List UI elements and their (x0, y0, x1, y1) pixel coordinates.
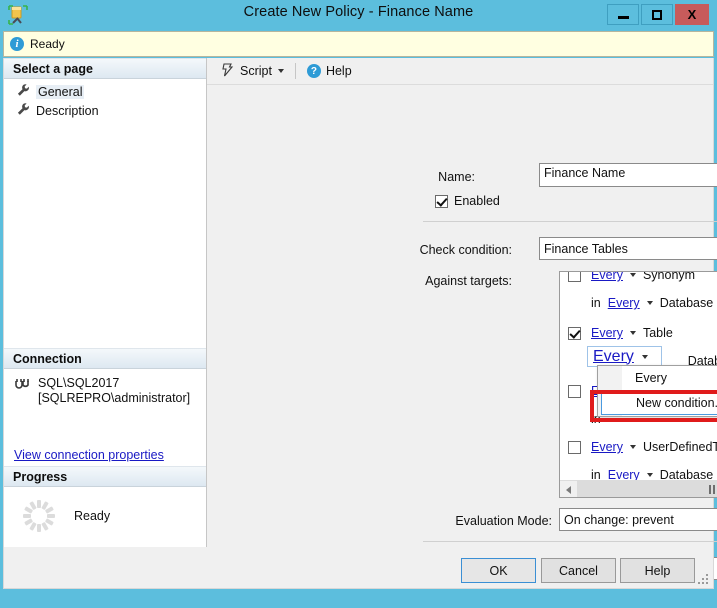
help-dialog-button[interactable]: Help (620, 558, 695, 583)
check-condition-value: Finance Tables (544, 241, 628, 256)
scope-condition-combobox[interactable]: Every (587, 346, 662, 367)
select-page-header: Select a page (4, 58, 206, 79)
view-connection-properties-link[interactable]: View connection properties (14, 448, 164, 462)
chevron-down-icon[interactable] (646, 301, 653, 305)
divider-2 (423, 541, 717, 542)
status-infobar: i Ready (3, 31, 714, 57)
grip-icon (708, 485, 717, 494)
script-icon (220, 62, 234, 80)
sidebar-item-general[interactable]: General (4, 82, 206, 101)
close-button[interactable]: X (675, 4, 709, 25)
enabled-checkbox[interactable]: Enabled (435, 194, 500, 208)
against-targets-label: Against targets: (425, 274, 512, 288)
evaluation-mode-dropdown[interactable]: On change: prevent (559, 508, 717, 531)
connection-user: [SQLREPRO\administrator] (38, 391, 191, 405)
name-input[interactable]: Finance Name (539, 163, 717, 187)
scope-link[interactable]: Every (608, 296, 640, 310)
chevron-down-icon[interactable] (629, 331, 636, 335)
progress-status-label: Ready (74, 509, 111, 523)
help-label: Help (325, 64, 352, 78)
connection-icon (14, 378, 30, 406)
scope-object: Database (659, 296, 714, 310)
resize-grip[interactable] (698, 574, 710, 586)
check-condition-label: Check condition: (419, 243, 512, 257)
ok-button[interactable]: OK (461, 558, 536, 583)
checkbox-icon[interactable] (568, 326, 581, 340)
dialog-button-bar: OK Cancel Help (3, 547, 714, 589)
checkbox-icon[interactable] (568, 272, 581, 282)
cancel-button[interactable]: Cancel (541, 558, 616, 583)
minimize-icon (617, 16, 629, 19)
chevron-down-icon[interactable] (629, 445, 636, 449)
enabled-label: Enabled (454, 194, 500, 208)
chevron-down-icon[interactable] (646, 473, 653, 477)
info-icon: i (10, 37, 24, 51)
progress-section: Progress Ready (4, 466, 206, 533)
title-bar: Create New Policy - Finance Name X (0, 0, 717, 29)
horizontal-scrollbar[interactable] (560, 480, 717, 497)
checkbox-icon[interactable] (568, 384, 581, 398)
page-list: General Description (4, 79, 206, 120)
scope-combo-value[interactable]: Every (593, 348, 634, 366)
checkbox-icon (435, 194, 448, 208)
dropdown-item-new-condition[interactable]: New condition... (601, 392, 717, 415)
help-icon: ? (306, 64, 321, 78)
sidebar-item-general-label: General (36, 84, 85, 99)
progress-header: Progress (4, 466, 206, 487)
table-row[interactable]: Every Synonym (568, 272, 695, 284)
evaluation-mode-value: On change: prevent (564, 512, 674, 527)
close-icon: X (687, 7, 697, 22)
table-row[interactable]: Every UserDefinedType (568, 438, 717, 456)
script-button[interactable]: Script (216, 61, 288, 82)
progress-indicator: Ready (4, 487, 206, 533)
target-link[interactable]: Every (591, 440, 623, 454)
connection-info: SQL\SQL2017 [SQLREPRO\administrator] (4, 369, 206, 406)
connection-section: Connection SQL\SQL2017 [SQLREPRO\adminis… (4, 348, 206, 462)
spinner-icon (22, 499, 56, 533)
target-link[interactable]: Every (591, 272, 623, 282)
scope-in-word: in (591, 296, 601, 310)
scroll-left-button[interactable] (560, 481, 577, 497)
connection-header: Connection (4, 348, 206, 369)
dialog-body: Select a page General Description Connec… (3, 58, 717, 580)
checkbox-icon[interactable] (568, 440, 581, 454)
script-label: Script (240, 64, 272, 78)
target-object: Synonym (642, 272, 696, 282)
check-condition-dropdown[interactable]: Finance Tables (539, 237, 717, 260)
horizontal-scroll-thumb[interactable] (577, 481, 717, 497)
divider-1 (423, 221, 717, 222)
sidebar-item-description-label: Description (36, 103, 99, 118)
condition-dropdown-popup[interactable]: Every New condition... (597, 365, 717, 417)
connection-server: SQL\SQL2017 (38, 376, 120, 390)
table-row[interactable]: Every Table (568, 324, 673, 342)
chevron-down-icon[interactable] (629, 273, 636, 277)
wrench-icon (16, 102, 30, 119)
toolbar-divider (294, 63, 296, 79)
target-link[interactable]: Every (591, 326, 623, 340)
dropdown-item-every[interactable]: Every (598, 366, 717, 390)
maximize-button[interactable] (641, 4, 673, 25)
evaluation-mode-label: Evaluation Mode: (455, 514, 552, 528)
chevron-left-icon (566, 485, 571, 494)
chevron-down-icon[interactable] (641, 354, 648, 359)
sidebar: Select a page General Description Connec… (4, 58, 207, 547)
name-label: Name: (438, 170, 475, 184)
main-panel: Script ? Help Name: Finance Name Enabled… (207, 58, 717, 580)
target-object: UserDefinedType (642, 440, 717, 454)
target-object: Table (642, 326, 673, 340)
wrench-icon (16, 83, 30, 100)
maximize-icon (652, 9, 662, 20)
infobar-text: Ready (30, 37, 65, 51)
panel-toolbar: Script ? Help (207, 58, 713, 85)
help-button[interactable]: ? Help (303, 62, 356, 80)
chevron-down-icon[interactable] (277, 69, 284, 73)
table-row[interactable]: in Every Database (591, 294, 713, 312)
sidebar-item-description[interactable]: Description (4, 101, 206, 120)
table-row[interactable]: in Every Database (591, 466, 713, 481)
dialog-window: Create New Policy - Finance Name X i Rea… (0, 0, 717, 608)
minimize-button[interactable] (607, 4, 639, 25)
